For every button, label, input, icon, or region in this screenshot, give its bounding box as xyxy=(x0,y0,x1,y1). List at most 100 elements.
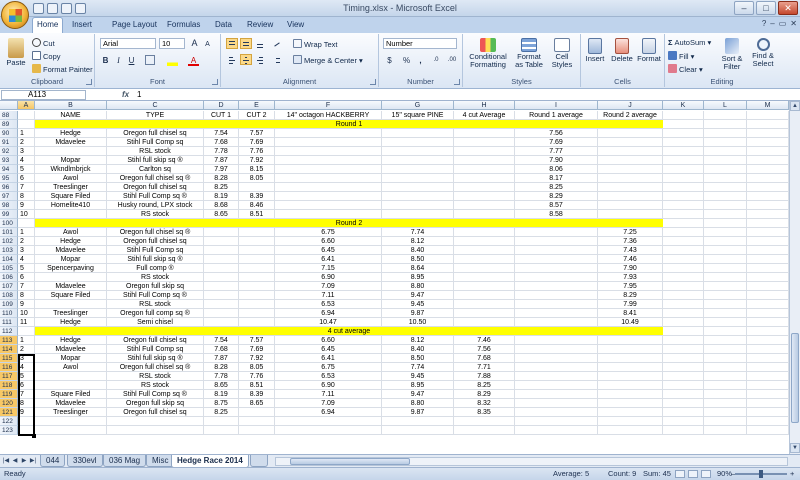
table-cell[interactable] xyxy=(598,336,663,345)
italic-button[interactable]: I xyxy=(113,55,124,66)
table-cell[interactable] xyxy=(515,255,598,264)
column-title-cell[interactable]: 4 cut Average xyxy=(454,111,515,120)
table-cell[interactable] xyxy=(704,345,747,354)
table-cell[interactable]: Mdavelee xyxy=(35,138,107,147)
table-cell[interactable] xyxy=(515,426,598,435)
table-cell[interactable] xyxy=(275,156,382,165)
table-cell[interactable] xyxy=(598,426,663,435)
table-cell[interactable]: Semi chisel xyxy=(107,318,204,327)
table-cell[interactable]: 8.29 xyxy=(515,192,598,201)
row-header[interactable]: 108 xyxy=(0,291,18,300)
row-header[interactable]: 120 xyxy=(0,399,18,408)
column-title-cell[interactable]: NAME xyxy=(35,111,107,120)
shrink-font-button[interactable]: A xyxy=(202,39,213,50)
table-cell[interactable] xyxy=(239,273,275,282)
table-cell[interactable] xyxy=(704,183,747,192)
table-cell[interactable]: Awol xyxy=(35,228,107,237)
table-cell[interactable] xyxy=(454,147,515,156)
fill-color-icon[interactable] xyxy=(167,55,178,66)
paste-button[interactable]: Paste xyxy=(4,38,28,67)
table-cell[interactable]: Stihl Full Comp sq xyxy=(107,345,204,354)
table-cell[interactable] xyxy=(663,237,704,246)
fill-button[interactable]: Fill ▾ xyxy=(668,51,694,61)
table-cell[interactable]: Stihl Full Comp sq xyxy=(107,246,204,255)
table-cell[interactable]: 7.90 xyxy=(598,264,663,273)
table-cell[interactable]: 6.41 xyxy=(275,255,382,264)
table-cell[interactable]: 7.69 xyxy=(515,138,598,147)
row-header[interactable]: 105 xyxy=(0,264,18,273)
table-cell[interactable]: Hedge xyxy=(35,129,107,138)
table-cell[interactable] xyxy=(382,129,454,138)
table-cell[interactable] xyxy=(704,228,747,237)
table-cell[interactable] xyxy=(704,372,747,381)
table-cell[interactable] xyxy=(598,390,663,399)
empty-cell[interactable] xyxy=(704,219,747,228)
zoom-slider[interactable] xyxy=(735,470,787,478)
table-cell[interactable]: 7 xyxy=(18,282,35,291)
table-cell[interactable] xyxy=(454,291,515,300)
table-cell[interactable]: Stihl Full Comp sq xyxy=(107,138,204,147)
table-cell[interactable] xyxy=(239,426,275,435)
table-cell[interactable] xyxy=(747,210,789,219)
table-cell[interactable] xyxy=(663,426,704,435)
row-header[interactable]: 97 xyxy=(0,192,18,201)
table-cell[interactable]: 8.39 xyxy=(239,390,275,399)
table-cell[interactable] xyxy=(239,255,275,264)
table-cell[interactable]: Awol xyxy=(35,174,107,183)
align-left-icon[interactable] xyxy=(226,54,238,65)
table-cell[interactable] xyxy=(663,390,704,399)
table-cell[interactable] xyxy=(704,264,747,273)
table-cell[interactable]: 1 xyxy=(18,129,35,138)
borders-icon[interactable] xyxy=(145,55,155,65)
table-cell[interactable] xyxy=(275,165,382,174)
row-header[interactable]: 107 xyxy=(0,282,18,291)
table-cell[interactable] xyxy=(382,183,454,192)
table-cell[interactable]: 7.97 xyxy=(204,165,239,174)
maximize-button[interactable]: □ xyxy=(756,1,776,15)
table-cell[interactable]: 7.99 xyxy=(598,300,663,309)
table-cell[interactable] xyxy=(598,129,663,138)
table-cell[interactable] xyxy=(239,237,275,246)
table-cell[interactable] xyxy=(107,426,204,435)
table-cell[interactable] xyxy=(275,138,382,147)
table-cell[interactable] xyxy=(663,291,704,300)
table-cell[interactable] xyxy=(747,273,789,282)
next-sheet-icon[interactable]: ▶ xyxy=(20,457,28,465)
font-color-button[interactable]: A xyxy=(188,55,199,66)
table-cell[interactable]: Oregon full chisel sq xyxy=(107,408,204,417)
table-cell[interactable] xyxy=(704,300,747,309)
table-cell[interactable] xyxy=(747,282,789,291)
insert-sheet-icon[interactable] xyxy=(250,455,268,467)
table-cell[interactable] xyxy=(515,417,598,426)
table-cell[interactable] xyxy=(515,354,598,363)
table-cell[interactable]: Treeslinger xyxy=(35,183,107,192)
table-cell[interactable]: Oregon full comp sq ® xyxy=(107,309,204,318)
table-cell[interactable] xyxy=(747,399,789,408)
table-cell[interactable] xyxy=(515,408,598,417)
table-cell[interactable]: 7.57 xyxy=(239,336,275,345)
sheet-tab-036-mag[interactable]: 036 Mag xyxy=(103,455,147,467)
table-cell[interactable]: 7.78 xyxy=(204,372,239,381)
tab-formulas[interactable]: Formulas xyxy=(163,18,204,33)
table-cell[interactable]: 7.71 xyxy=(454,363,515,372)
sheet-tab-044[interactable]: 044 xyxy=(40,455,66,467)
table-cell[interactable]: 6.45 xyxy=(275,345,382,354)
select-all-corner[interactable] xyxy=(0,101,18,110)
table-cell[interactable] xyxy=(747,372,789,381)
format-cells-button[interactable]: Format xyxy=(636,38,662,63)
table-cell[interactable]: 8.25 xyxy=(204,408,239,417)
row-header[interactable]: 114 xyxy=(0,345,18,354)
table-cell[interactable] xyxy=(35,426,107,435)
table-cell[interactable] xyxy=(704,201,747,210)
column-header-d[interactable]: D xyxy=(204,101,239,110)
zoom-in-button[interactable]: + xyxy=(790,468,794,480)
table-cell[interactable] xyxy=(663,210,704,219)
table-cell[interactable]: Stihl Full Comp sq ® xyxy=(107,192,204,201)
table-cell[interactable] xyxy=(204,282,239,291)
table-cell[interactable] xyxy=(275,426,382,435)
tab-page-layout[interactable]: Page Layout xyxy=(108,18,161,33)
table-cell[interactable] xyxy=(747,174,789,183)
table-cell[interactable] xyxy=(239,309,275,318)
table-cell[interactable]: 7.57 xyxy=(239,129,275,138)
empty-cell[interactable] xyxy=(704,327,747,336)
